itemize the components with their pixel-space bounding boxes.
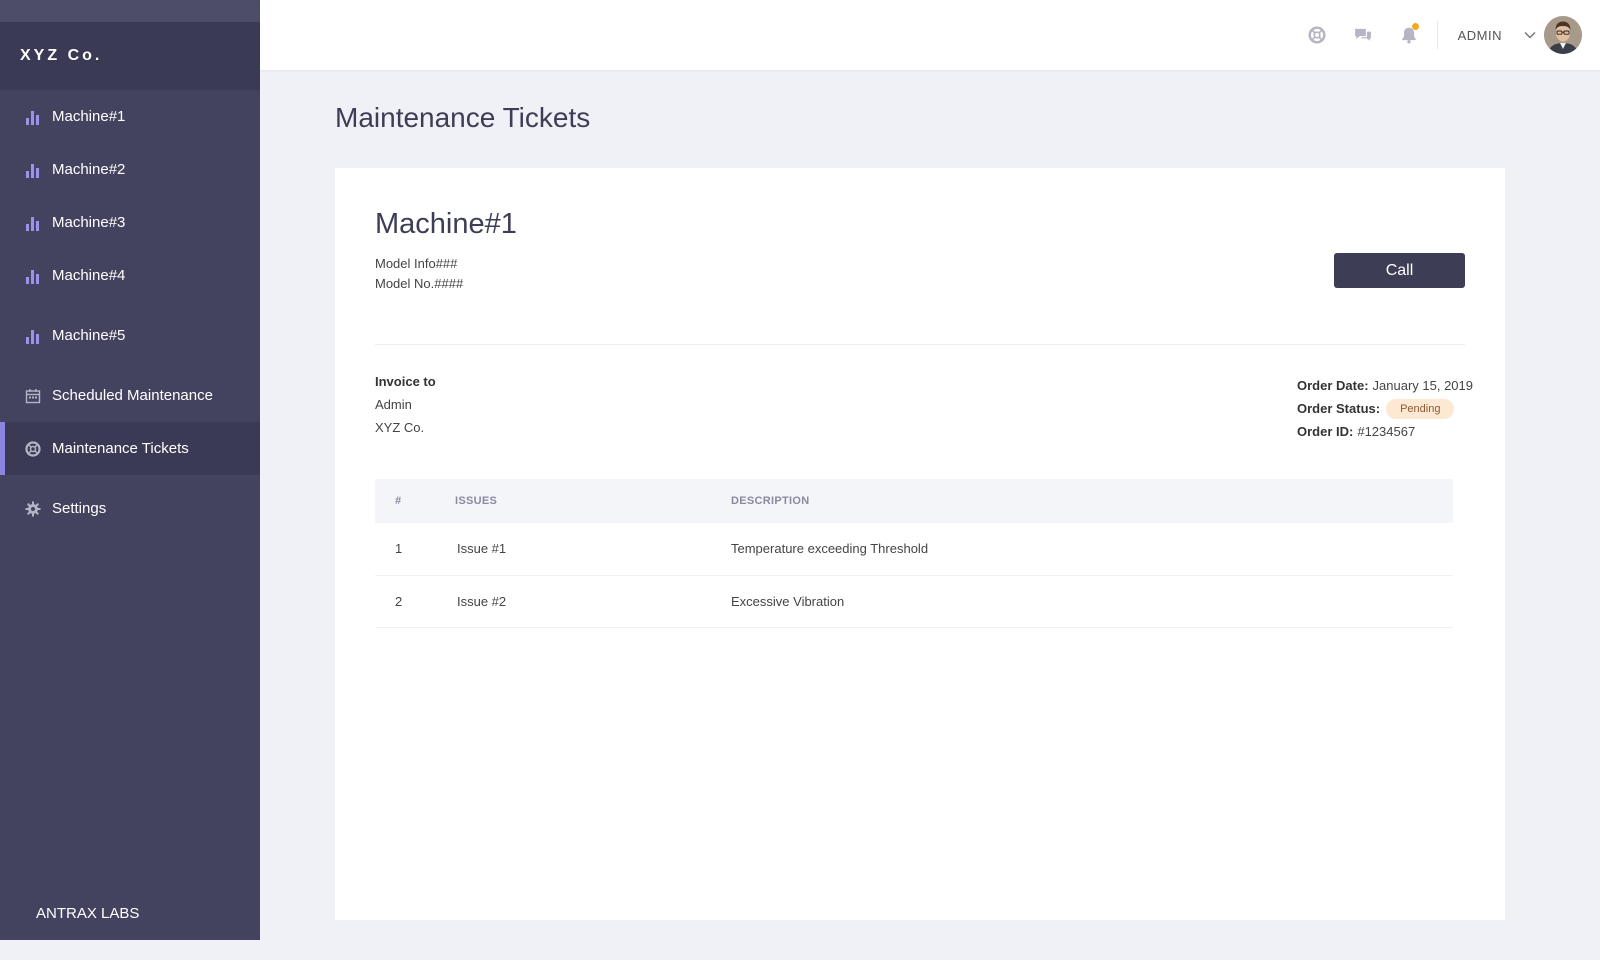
table-row[interactable]: 1 Issue #1 Temperature exceeding Thresho…: [375, 523, 1453, 576]
invoice-name: Admin: [375, 397, 412, 412]
order-id-value: #1234567: [1357, 424, 1416, 439]
row-description: Excessive Vibration: [731, 575, 1453, 628]
nav-spacer: [0, 475, 260, 482]
model-number: Model No.####: [375, 276, 464, 291]
status-badge: Pending: [1386, 398, 1455, 419]
bar-chart-icon: [24, 108, 42, 126]
nav-spacer: [0, 362, 260, 369]
invoice-company: XYZ Co.: [375, 420, 425, 435]
row-issue: Issue #1: [455, 523, 731, 576]
sidebar-item-machine-1[interactable]: Machine#1: [0, 90, 260, 143]
sidebar-top-strip: [0, 0, 260, 22]
bar-chart-icon: [24, 214, 42, 232]
machine-title: Machine#1: [375, 208, 517, 240]
sidebar-item-label: Machine#3: [52, 214, 126, 231]
topbar: ADMIN: [260, 0, 1600, 70]
bar-chart-icon: [24, 161, 42, 179]
order-id-label: Order ID:: [1297, 424, 1354, 439]
topbar-divider: [1436, 21, 1438, 49]
sidebar-item-label: Maintenance Tickets: [52, 440, 189, 457]
invoice-to-label: Invoice to: [375, 374, 436, 389]
sidebar-item-label: Machine#2: [52, 161, 126, 178]
sidebar-item-machine-4[interactable]: Machine#4: [0, 249, 260, 302]
bar-chart-icon: [24, 327, 42, 345]
column-header-number[interactable]: #: [375, 479, 455, 523]
divider: [375, 344, 1465, 345]
column-header-description[interactable]: DESCRIPTION: [731, 479, 1453, 523]
chat-icon[interactable]: [1353, 25, 1373, 45]
sidebar-nav: Machine#1 Machine#2 Machine#3 Machine#4: [0, 90, 260, 535]
avatar[interactable]: [1544, 16, 1582, 54]
sidebar-item-label: Scheduled Maintenance: [52, 387, 213, 404]
sidebar-item-label: Machine#5: [52, 327, 126, 344]
table-header-row: # ISSUES DESCRIPTION: [375, 479, 1453, 523]
issues-table: # ISSUES DESCRIPTION 1 Issue #1 Temperat…: [375, 479, 1453, 628]
model-info: Model Info###: [375, 256, 458, 271]
sidebar-item-label: Settings: [52, 500, 107, 517]
order-status-row: Order Status: Pending: [1297, 397, 1473, 420]
order-date-value: January 15, 2019: [1372, 378, 1473, 393]
order-status-label: Order Status:: [1297, 401, 1381, 416]
lifebuoy-icon[interactable]: [1307, 25, 1327, 45]
bar-chart-icon: [24, 267, 42, 285]
order-date-row: Order Date: January 15, 2019: [1297, 374, 1473, 397]
ticket-card: Machine#1 Model Info### Model No.#### Ca…: [335, 168, 1505, 920]
calendar-icon: [24, 387, 42, 405]
chevron-down-icon[interactable]: [1524, 31, 1536, 39]
sidebar-footer: ANTRAX LABS: [36, 905, 140, 922]
row-number: 1: [375, 523, 455, 576]
call-button[interactable]: Call: [1334, 253, 1465, 288]
sidebar-item-machine-2[interactable]: Machine#2: [0, 143, 260, 196]
gear-icon: [24, 500, 42, 518]
order-date-label: Order Date:: [1297, 378, 1369, 393]
nav-spacer: [0, 302, 260, 309]
brand-logo[interactable]: XYZ Co.: [0, 22, 260, 90]
order-details: Order Date: January 15, 2019 Order Statu…: [1297, 374, 1473, 443]
sidebar-item-label: Machine#1: [52, 108, 126, 125]
sidebar-item-scheduled-maintenance[interactable]: Scheduled Maintenance: [0, 369, 260, 422]
row-description: Temperature exceeding Threshold: [731, 523, 1453, 576]
sidebar-item-label: Machine#4: [52, 267, 126, 284]
row-number: 2: [375, 575, 455, 628]
user-menu-name[interactable]: ADMIN: [1458, 28, 1502, 43]
sidebar-item-maintenance-tickets[interactable]: Maintenance Tickets: [0, 422, 260, 475]
sidebar-item-settings[interactable]: Settings: [0, 482, 260, 535]
page-title: Maintenance Tickets: [335, 102, 591, 133]
sidebar-item-machine-5[interactable]: Machine#5: [0, 309, 260, 362]
bell-icon[interactable]: [1399, 23, 1419, 45]
notification-dot: [1411, 23, 1419, 30]
table-row[interactable]: 2 Issue #2 Excessive Vibration: [375, 575, 1453, 628]
order-id-row: Order ID: #1234567: [1297, 420, 1473, 443]
row-issue: Issue #2: [455, 575, 731, 628]
sidebar: XYZ Co. Machine#1 Machine#2 Machine#3 Ma…: [0, 0, 260, 940]
column-header-issues[interactable]: ISSUES: [455, 479, 731, 523]
lifebuoy-icon: [24, 440, 42, 458]
sidebar-item-machine-3[interactable]: Machine#3: [0, 196, 260, 249]
